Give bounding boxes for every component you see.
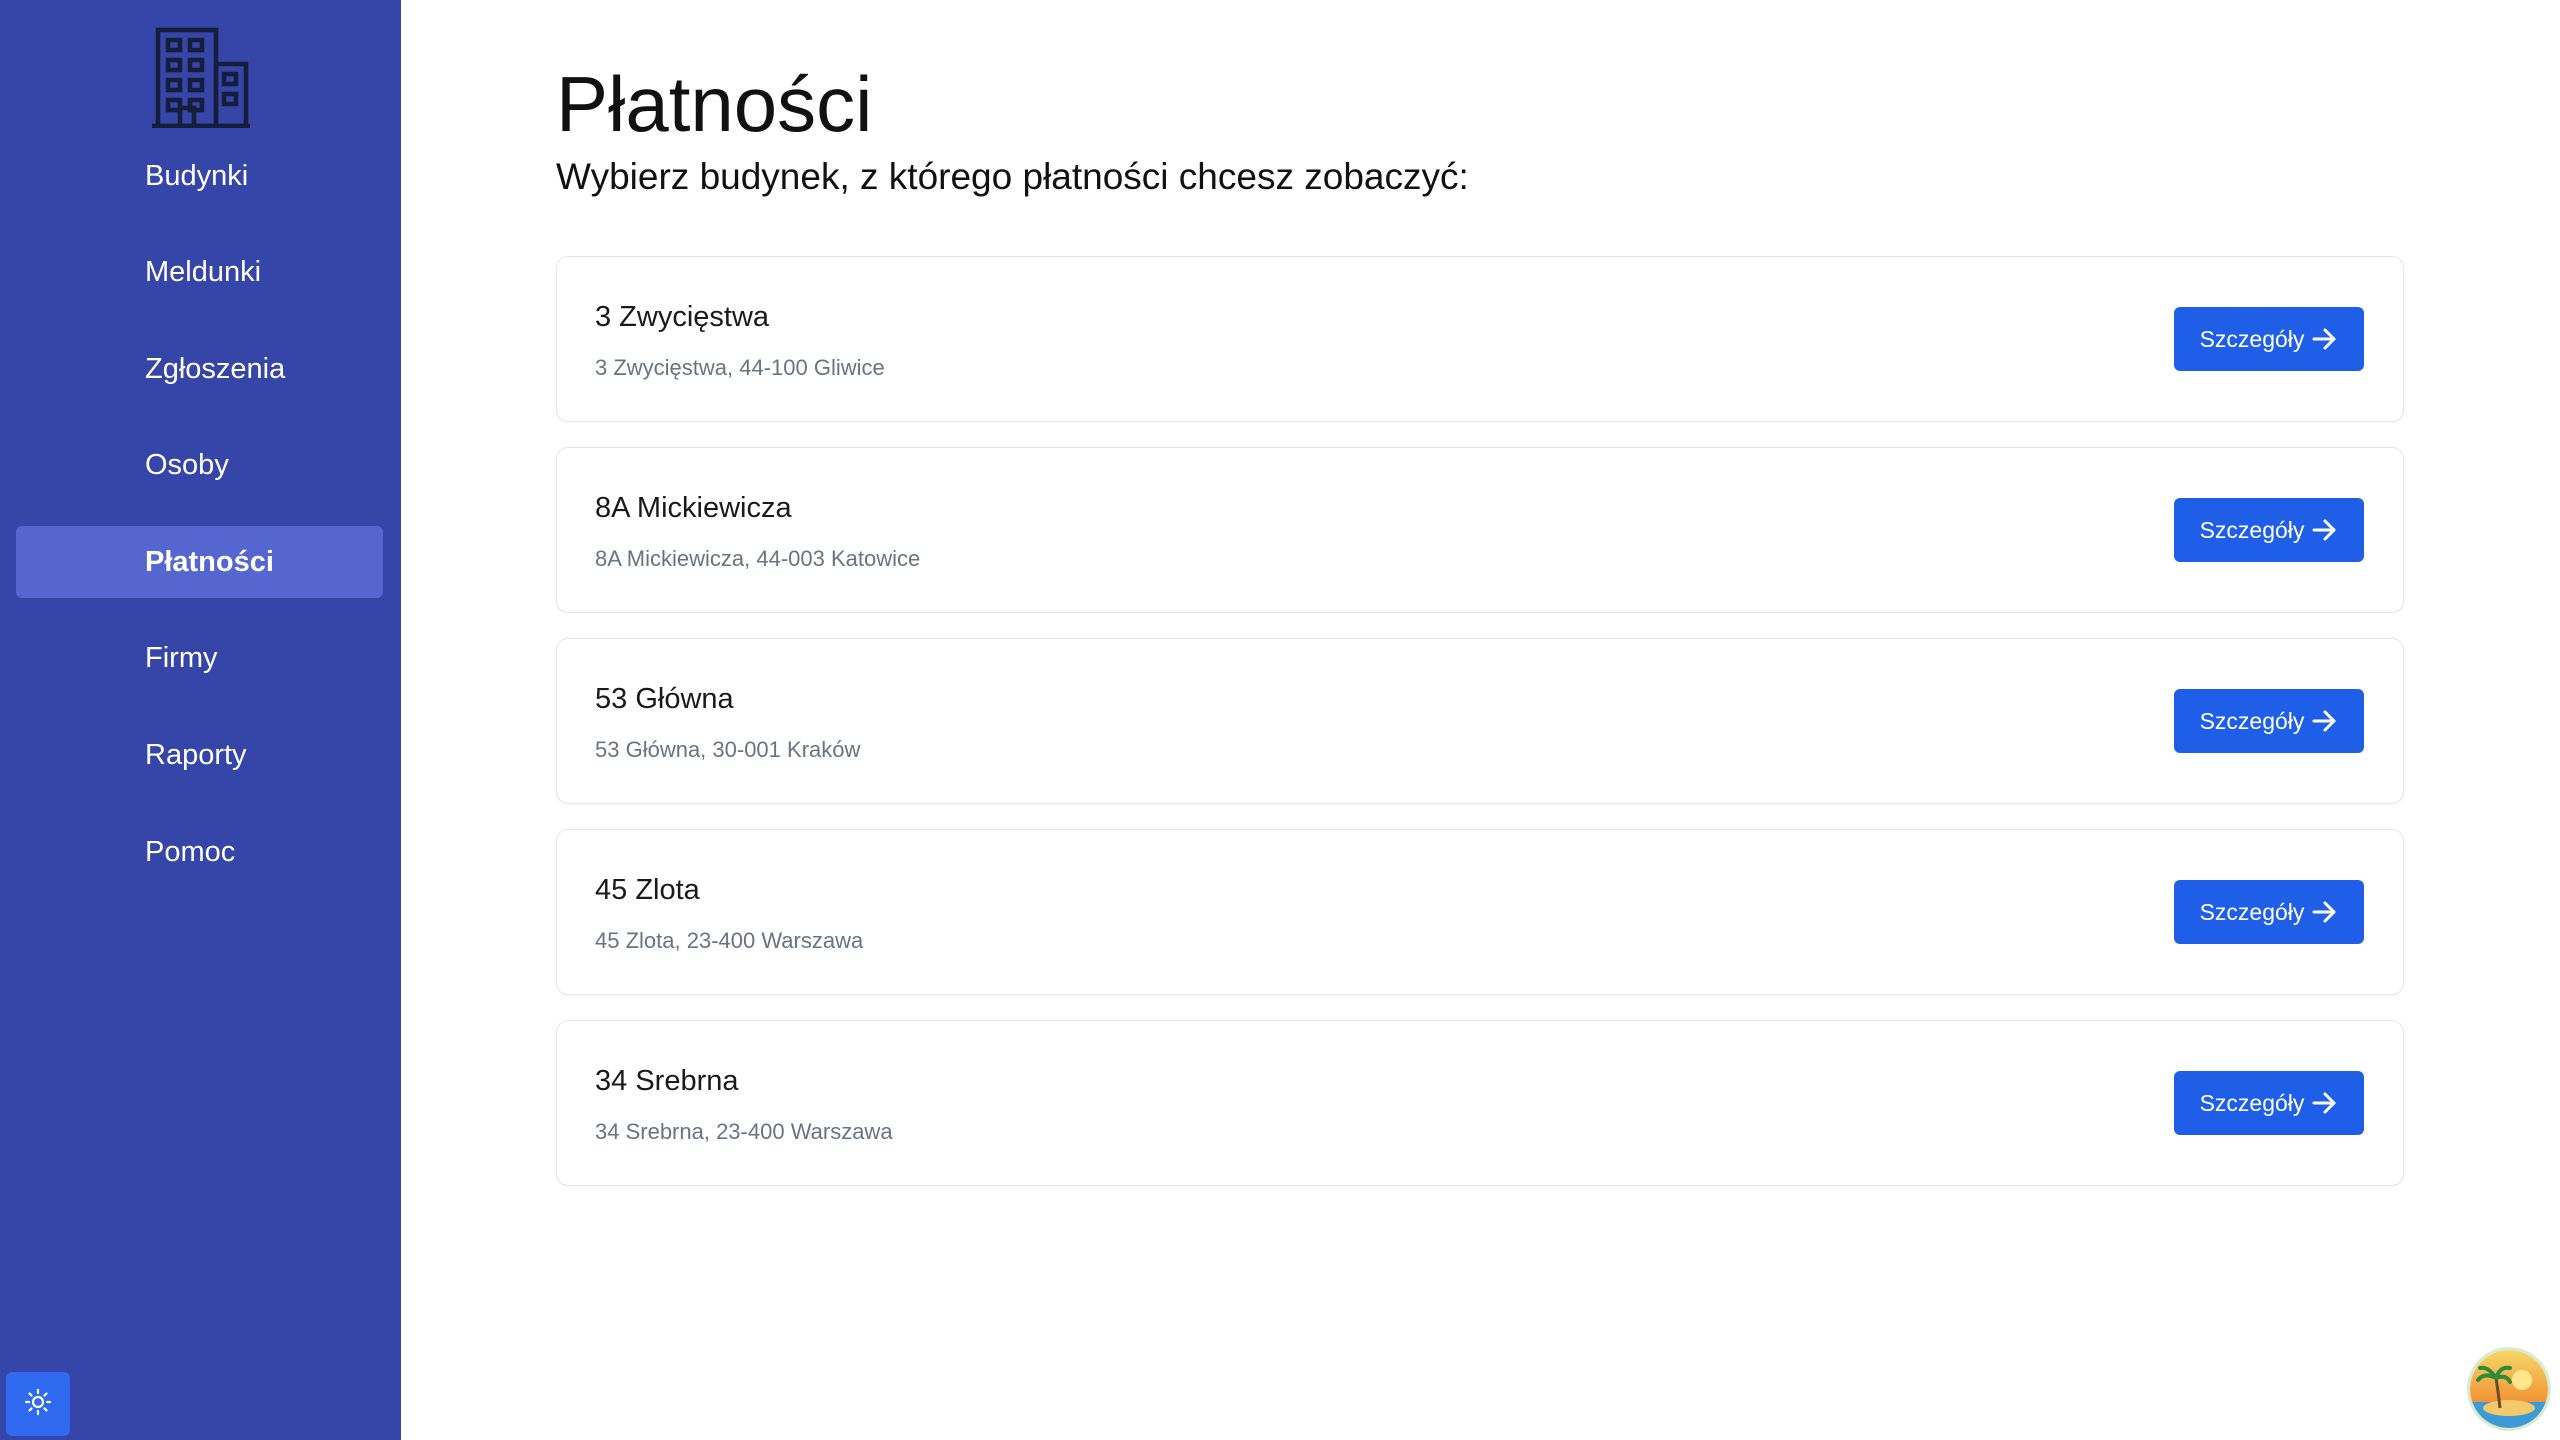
building-address: 34 Srebrna, 23-400 Warszawa (595, 1119, 893, 1144)
details-button[interactable]: Szczegóły (2174, 880, 2364, 944)
details-button-label: Szczegóły (2199, 898, 2305, 925)
details-button-label: Szczegóły (2199, 325, 2305, 352)
arrow-right-icon (2310, 516, 2338, 544)
page-subtitle: Wybierz budynek, z którego płatności chc… (556, 156, 1469, 197)
sidebar-item-pomoc[interactable]: Pomoc (16, 816, 383, 888)
details-button[interactable]: Szczegóły (2174, 1071, 2364, 1135)
page-title: Płatności (556, 60, 873, 148)
details-button[interactable]: Szczegóły (2174, 689, 2364, 753)
building-address: 3 Zwycięstwa, 44-100 Gliwice (595, 355, 885, 380)
details-button-label: Szczegóły (2199, 1089, 2305, 1116)
building-name: 34 Srebrna (595, 1065, 739, 1097)
main-content: Płatności Wybierz budynek, z którego pła… (401, 0, 2560, 1440)
building-name: 3 Zwycięstwa (595, 301, 770, 333)
sidebar-item-label: Osoby (145, 449, 229, 482)
sidebar-item-budynki[interactable]: Budynki (16, 140, 383, 212)
details-button-label: Szczegóły (2199, 516, 2305, 543)
sidebar-item-label: Budynki (145, 159, 249, 192)
building-address: 53 Główna, 30-001 Kraków (595, 737, 861, 762)
building-card: 45 Zlota 45 Zlota, 23-400 Warszawa Szcze… (556, 829, 2404, 995)
building-card: 53 Główna 53 Główna, 30-001 Kraków Szcze… (556, 638, 2404, 804)
building-address: 8A Mickiewicza, 44-003 Katowice (595, 546, 921, 571)
details-button[interactable]: Szczegóły (2174, 498, 2364, 562)
building-list: 3 Zwycięstwa 3 Zwycięstwa, 44-100 Gliwic… (556, 256, 2404, 1211)
details-button[interactable]: Szczegóły (2174, 307, 2364, 371)
sidebar-item-label: Pomoc (145, 835, 236, 868)
sidebar-item-zgloszenia[interactable]: Zgłoszenia (16, 333, 383, 405)
sidebar-item-platnosci[interactable]: Płatności (16, 526, 383, 599)
sidebar-item-label: Raporty (145, 739, 247, 772)
sidebar-item-label: Firmy (145, 642, 218, 675)
arrow-right-icon (2310, 325, 2338, 353)
details-button-label: Szczegóły (2199, 707, 2305, 734)
sidebar-item-label: Płatności (145, 545, 274, 578)
app: Budynki Meldunki Zgłoszenia Osoby Płatno… (0, 0, 2560, 1440)
palm-beach-avatar-icon[interactable] (2470, 1350, 2548, 1428)
building-icon (150, 24, 252, 129)
sidebar-nav: Budynki Meldunki Zgłoszenia Osoby Płatno… (16, 140, 383, 913)
building-name: 45 Zlota (595, 874, 700, 906)
building-name: 53 Główna (595, 683, 734, 715)
sidebar-item-meldunki[interactable]: Meldunki (16, 237, 383, 309)
sidebar-item-osoby[interactable]: Osoby (16, 430, 383, 502)
building-card: 34 Srebrna 34 Srebrna, 23-400 Warszawa S… (556, 1020, 2404, 1186)
building-address: 45 Zlota, 23-400 Warszawa (595, 928, 864, 953)
sidebar-item-raporty[interactable]: Raporty (16, 720, 383, 792)
building-card: 3 Zwycięstwa 3 Zwycięstwa, 44-100 Gliwic… (556, 256, 2404, 422)
sidebar-item-label: Meldunki (145, 256, 262, 289)
building-name: 8A Mickiewicza (595, 492, 792, 524)
arrow-right-icon (2310, 1089, 2338, 1117)
sidebar: Budynki Meldunki Zgłoszenia Osoby Płatno… (0, 0, 401, 1440)
theme-toggle-button[interactable] (6, 1372, 70, 1436)
arrow-right-icon (2310, 707, 2338, 735)
arrow-right-icon (2310, 898, 2338, 926)
sun-icon (24, 1388, 52, 1421)
building-card: 8A Mickiewicza 8A Mickiewicza, 44-003 Ka… (556, 447, 2404, 613)
sidebar-item-firmy[interactable]: Firmy (16, 623, 383, 695)
sidebar-item-label: Zgłoszenia (145, 352, 286, 385)
